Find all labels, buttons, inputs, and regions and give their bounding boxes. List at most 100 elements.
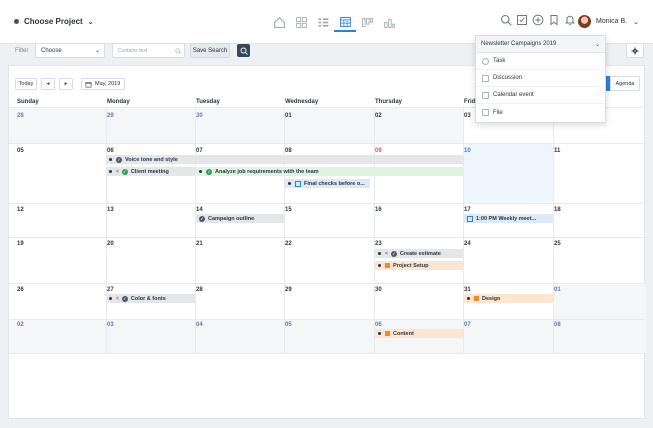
day-number[interactable]: 30 — [196, 113, 203, 119]
event-voice-tone[interactable]: ✓ Voice tone and style — [106, 155, 463, 164]
day-number[interactable]: 20 — [107, 241, 114, 247]
prev-month-button[interactable]: ◂ — [41, 78, 55, 90]
day-number[interactable]: 29 — [285, 287, 292, 293]
day-number[interactable]: 01 — [554, 287, 561, 293]
chevron-down-icon[interactable]: ⌄ — [633, 18, 639, 26]
check-circle-icon: ✓ — [121, 295, 128, 302]
day-number[interactable]: 23 — [375, 241, 382, 247]
day-number[interactable]: 31 — [464, 287, 471, 293]
day-number[interactable]: 18 — [554, 207, 561, 213]
flag-icon — [474, 296, 479, 301]
notifications-button[interactable] — [562, 12, 577, 28]
day-number[interactable]: 05 — [285, 322, 292, 328]
day-header: Thursday — [375, 99, 403, 105]
menu-item-discussion[interactable]: Discussion — [476, 70, 605, 87]
chevron-left-icon: < — [116, 295, 119, 302]
day-number[interactable]: 21 — [196, 241, 203, 247]
save-search-button[interactable]: Save Search — [190, 43, 230, 58]
menu-item-label: Task — [493, 58, 506, 64]
month-picker[interactable]: May, 2019 — [81, 78, 125, 90]
check-circle-icon: ✓ — [390, 250, 397, 257]
day-number[interactable]: 06 — [375, 322, 382, 328]
menu-item-label: Calendar event — [493, 92, 534, 98]
search-input[interactable]: Contains text — [112, 43, 185, 58]
day-number[interactable]: 28 — [196, 287, 203, 293]
event-final-checks[interactable]: Final checks before o... — [285, 179, 370, 188]
agenda-button[interactable]: Agenda — [610, 76, 640, 91]
day-number[interactable]: 10 — [464, 148, 471, 154]
check-circle-icon: ✓ — [121, 168, 128, 175]
event-design[interactable]: Design — [464, 294, 553, 303]
day-number[interactable]: 03 — [464, 113, 471, 119]
event-client-meeting[interactable]: < ✓ Client meeting — [106, 167, 195, 176]
settings-button[interactable] — [626, 43, 644, 58]
menu-item-label: File — [493, 109, 503, 116]
board-view-button[interactable] — [356, 12, 378, 32]
day-number[interactable]: 29 — [107, 113, 114, 119]
day-number[interactable]: 07 — [464, 322, 471, 328]
event-create-estimate[interactable]: < ✓ Create estimate — [375, 249, 463, 258]
day-number[interactable]: 26 — [17, 287, 24, 293]
tasks-button[interactable] — [514, 12, 529, 28]
calendar-view-button[interactable] — [334, 12, 356, 32]
day-number[interactable]: 27 — [107, 287, 114, 293]
day-number[interactable]: 13 — [107, 207, 114, 213]
day-number[interactable]: 03 — [107, 322, 114, 328]
day-number[interactable]: 08 — [285, 148, 292, 154]
day-number-today[interactable]: 09 — [375, 148, 382, 154]
grid-view-button[interactable] — [290, 12, 312, 32]
day-number[interactable]: 14 — [196, 207, 203, 213]
filter-select[interactable]: Choose ⌄ — [35, 43, 105, 58]
day-number[interactable]: 17 — [464, 207, 471, 213]
day-number[interactable]: 04 — [196, 322, 203, 328]
menu-item-label: Discussion — [493, 75, 523, 81]
search-button[interactable] — [498, 12, 513, 28]
bookmark-button[interactable] — [546, 12, 561, 28]
event-campaign-outline[interactable]: ✓ Campaign outline — [196, 214, 284, 223]
list-view-button[interactable] — [312, 12, 334, 32]
project-selector[interactable]: Choose Project ⌄ — [14, 17, 94, 26]
menu-item-calendar-event[interactable]: Calendar event — [476, 87, 605, 104]
day-number[interactable]: 02 — [17, 322, 24, 328]
day-number[interactable]: 22 — [285, 241, 292, 247]
day-number[interactable]: 07 — [196, 148, 203, 154]
event-color-fonts[interactable]: < ✓ Color & fonts — [106, 294, 195, 303]
event-weekly-meeting[interactable]: 1:00 PM Weekly meet... — [464, 214, 553, 223]
event-project-setup[interactable]: Project Setup — [375, 261, 463, 270]
day-number[interactable]: 01 — [285, 113, 292, 119]
day-number[interactable]: 16 — [375, 207, 382, 213]
user-name[interactable]: Monica B. — [596, 18, 627, 25]
day-number[interactable]: 12 — [17, 207, 24, 213]
home-view-button[interactable] — [268, 12, 290, 32]
event-analyze-job[interactable]: ✓ Analyze job requirements with the team — [196, 167, 463, 176]
menu-item-task[interactable]: Task — [476, 53, 605, 70]
other-month-cells — [9, 108, 374, 143]
grid-line — [106, 107, 107, 353]
advanced-search-button[interactable] — [237, 44, 250, 57]
day-header: Wednesday — [285, 99, 319, 105]
day-number[interactable]: 28 — [17, 113, 24, 119]
today-button[interactable]: Today — [15, 78, 37, 90]
dropdown-project-selector[interactable]: Newsletter Campaigns 2019 ⌄ — [476, 36, 605, 53]
day-number[interactable]: 02 — [375, 113, 382, 119]
day-number[interactable]: 30 — [375, 287, 382, 293]
avatar[interactable] — [578, 15, 591, 28]
menu-item-file[interactable]: File — [476, 104, 605, 121]
calendar-icon — [482, 91, 489, 99]
day-number[interactable]: 08 — [554, 322, 561, 328]
day-number[interactable]: 24 — [464, 241, 471, 247]
next-month-button[interactable]: ▸ — [59, 78, 73, 90]
day-header: Monday — [107, 99, 130, 105]
day-number[interactable]: 15 — [285, 207, 292, 213]
grid-line — [374, 107, 375, 353]
day-number[interactable]: 05 — [17, 148, 24, 154]
day-number[interactable]: 19 — [17, 241, 24, 247]
event-content[interactable]: Content — [375, 329, 463, 338]
chart-view-button[interactable] — [378, 12, 400, 32]
day-number[interactable]: 11 — [554, 148, 560, 154]
day-number[interactable]: 25 — [554, 241, 561, 247]
home-icon — [273, 16, 285, 28]
grid-line — [284, 107, 285, 353]
day-number[interactable]: 06 — [107, 148, 114, 154]
add-button[interactable] — [530, 12, 545, 28]
